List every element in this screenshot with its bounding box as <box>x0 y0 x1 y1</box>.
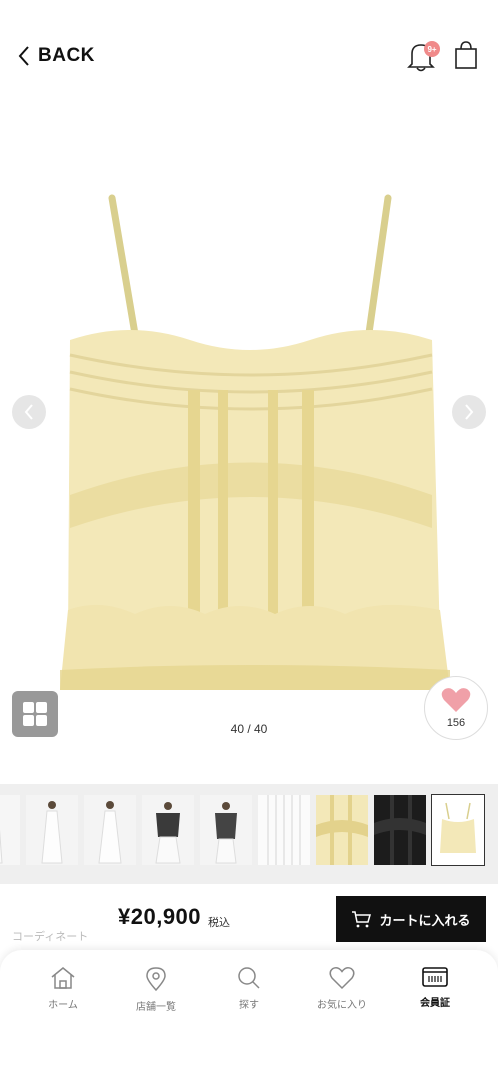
thumbnail-model-white-dress-2[interactable] <box>26 795 78 865</box>
chevron-right-icon <box>465 404 474 420</box>
notification-badge: 9+ <box>424 41 440 57</box>
chevron-left-icon <box>24 404 33 420</box>
add-to-cart-button[interactable]: カートに入れる <box>336 896 486 942</box>
thumbnail-yellow-lace-detail[interactable] <box>316 795 368 865</box>
favorite-button[interactable]: 156 <box>424 676 488 740</box>
thumbnail-camisole-product[interactable] <box>431 794 485 866</box>
nav-search-label: 探す <box>239 1000 259 1011</box>
home-icon <box>51 967 75 989</box>
bottom-navigation: ホーム 店舗一覧 探す お気に入り 会員証 <box>0 950 498 1080</box>
add-to-cart-label: カートに入れる <box>379 913 471 929</box>
thumbnail-strip <box>0 784 498 884</box>
thumbnail-black-lace-detail[interactable] <box>374 795 426 865</box>
back-label: BACK <box>38 45 95 66</box>
thumbnail-model-black-jacket-1[interactable] <box>142 795 194 865</box>
prev-image-button[interactable] <box>12 395 46 429</box>
nav-stores[interactable]: 店舗一覧 <box>116 966 196 1013</box>
nav-stores-label: 店舗一覧 <box>136 1002 176 1013</box>
nav-home[interactable]: ホーム <box>23 966 103 1011</box>
thumbnail-model-white-dress-3[interactable] <box>84 795 136 865</box>
chevron-left-icon <box>18 46 29 66</box>
price: ¥20,900 <box>118 904 202 929</box>
purchase-bar: コーディネート ¥20,900 税込 カートに入れる <box>0 884 498 954</box>
next-image-button[interactable] <box>452 395 486 429</box>
nav-search[interactable]: 探す <box>209 966 289 1011</box>
thumbnail-model-black-jacket-2[interactable] <box>200 795 252 865</box>
thumbnail-white-pleated-detail[interactable] <box>258 795 310 865</box>
nav-member-card-label: 会員証 <box>420 998 450 1009</box>
product-image[interactable] <box>40 150 460 690</box>
header: BACK 9+ <box>0 0 498 110</box>
nav-home-label: ホーム <box>48 1000 78 1011</box>
nav-member-card[interactable]: 会員証 <box>395 966 475 1009</box>
product-image-area <box>0 110 498 750</box>
heart-icon <box>441 688 471 712</box>
member-card-icon <box>422 967 448 987</box>
nav-favorites-label: お気に入り <box>317 1000 367 1011</box>
favorite-count: 156 <box>446 717 466 729</box>
shopping-bag-icon[interactable] <box>454 40 478 70</box>
tax-label: 税込 <box>208 916 230 929</box>
back-button[interactable]: BACK <box>18 42 95 70</box>
heart-outline-icon <box>329 967 355 990</box>
location-pin-icon <box>146 967 166 992</box>
image-counter: 40 / 40 <box>230 722 268 736</box>
coordinate-link[interactable]: コーディネート <box>12 928 88 944</box>
cart-icon <box>352 911 372 928</box>
thumbnail-model-white-dress-1[interactable] <box>0 795 20 865</box>
search-icon <box>238 967 260 989</box>
nav-favorites[interactable]: お気に入り <box>302 966 382 1011</box>
